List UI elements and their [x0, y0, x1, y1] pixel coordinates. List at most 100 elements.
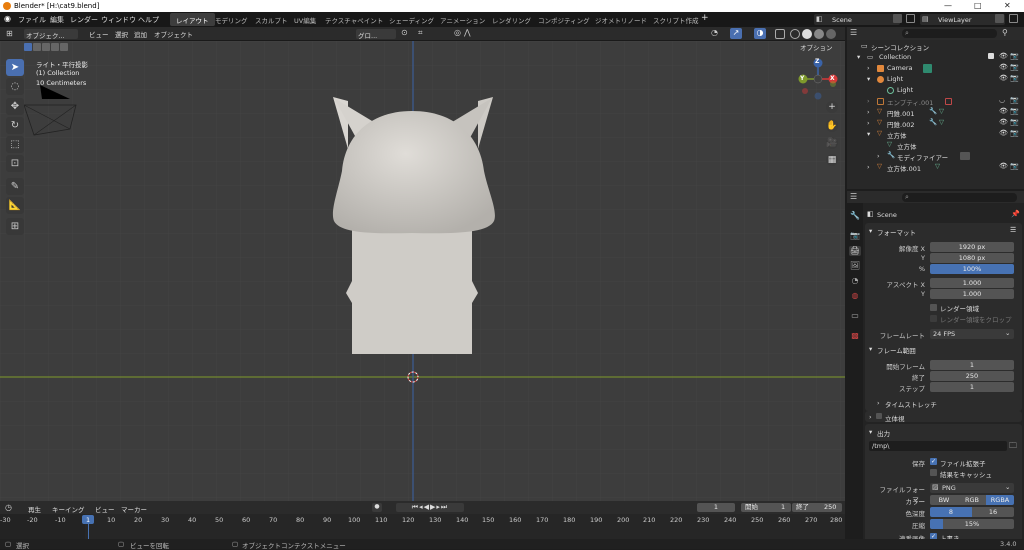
tab-scripting[interactable]: スクリプト作成 — [647, 13, 705, 26]
expand-arrow-icon[interactable]: › — [867, 97, 870, 105]
aspect-y-field[interactable]: 1.000 — [930, 289, 1014, 299]
move-tool-icon[interactable]: ✥ — [6, 98, 24, 115]
proportional-falloff-icon[interactable]: ⋀ — [464, 28, 471, 37]
expand-arrow-icon[interactable]: › — [867, 119, 870, 127]
camera-render-icon[interactable]: 📷 — [1010, 52, 1019, 60]
outliner-row-camera[interactable]: › Camera — [847, 63, 1024, 74]
remove-viewlayer-icon[interactable] — [1009, 14, 1018, 23]
current-frame-field[interactable]: 1 — [697, 503, 735, 512]
blender-menu-icon[interactable]: ◉ — [4, 14, 11, 23]
tool-tab-icon[interactable]: 🔧 — [849, 211, 861, 221]
tab-shading[interactable]: シェーディング — [383, 13, 440, 26]
resolution-y-field[interactable]: 1080 px — [930, 253, 1014, 263]
time-stretch-header[interactable]: タイムストレッチ — [885, 399, 937, 409]
menu-help[interactable]: ヘルプ — [138, 15, 159, 25]
tab-modeling[interactable]: モデリング — [209, 13, 254, 26]
crop-checkbox[interactable] — [930, 315, 937, 322]
menu-render[interactable]: レンダー — [70, 15, 98, 25]
camera-render-icon[interactable]: 📷 — [1010, 107, 1019, 115]
frame-end-field[interactable]: 250 — [930, 371, 1014, 381]
outliner-type-icon[interactable]: ☰ — [850, 28, 857, 37]
outliner-search-input[interactable]: ⌕ — [902, 29, 997, 38]
timeline-menu-marker[interactable]: マーカー — [121, 504, 147, 514]
properties-search-input[interactable]: ⌕ — [902, 193, 1017, 202]
compression-slider[interactable]: 15% — [930, 519, 1014, 529]
gizmo-toggle-icon[interactable]: ↗ — [730, 28, 742, 39]
eye-icon[interactable]: 👁 — [999, 74, 1008, 82]
properties-type-icon[interactable]: ☰ — [850, 192, 857, 201]
folder-icon[interactable]: 🗀 — [1009, 440, 1017, 454]
camera-render-icon[interactable]: 📷 — [1010, 162, 1019, 170]
outliner-row-modifiers[interactable]: › 🔧 モディファイアー — [847, 151, 1024, 162]
menu-file[interactable]: ファイル — [18, 15, 46, 25]
tab-animation[interactable]: アニメーション — [434, 13, 491, 26]
tab-uv[interactable]: UV編集 — [288, 13, 322, 26]
select-mode-subtract-icon[interactable] — [42, 43, 50, 51]
cat-model[interactable] — [332, 97, 495, 354]
rotate-tool-icon[interactable]: ↻ — [6, 117, 24, 134]
tab-geometry-nodes[interactable]: ジオメトリノード — [589, 13, 653, 26]
select-mode-intersect-icon[interactable] — [60, 43, 68, 51]
timeline-menu-keying[interactable]: キーイング — [52, 504, 85, 514]
color-rgb-button[interactable]: RGB — [958, 495, 986, 505]
wireframe-shading-icon[interactable] — [790, 29, 800, 39]
camera-render-icon[interactable]: 📷 — [1010, 74, 1019, 82]
menu-edit[interactable]: 編集 — [50, 15, 64, 25]
collection-tab-icon[interactable]: ▭ — [849, 311, 861, 321]
output-path-input[interactable]: /tmp\ — [869, 441, 1007, 451]
depth-16-button[interactable]: 16 — [972, 507, 1014, 517]
cat-body[interactable] — [352, 226, 472, 354]
resolution-x-field[interactable]: 1920 px — [930, 242, 1014, 252]
vp-menu-select[interactable]: 選択 — [115, 29, 128, 39]
transform-orientation-selector[interactable]: グロ... — [356, 29, 396, 40]
perspective-grid-icon[interactable]: ▦ — [826, 154, 838, 166]
timeline-type-icon[interactable]: ◷ — [5, 503, 12, 512]
outliner-row-cone-002[interactable]: › ▽ 円錐.002 🔧 ▽ — [847, 118, 1024, 129]
playback-controls[interactable]: ⏮◂◀▶▸⏭ — [396, 503, 464, 512]
visibility-icon[interactable]: ◔ — [711, 28, 718, 37]
scene-selector[interactable]: ◧ Scene — [814, 14, 900, 25]
rendered-shading-icon[interactable] — [826, 29, 836, 39]
stereoscopy-section[interactable]: › 立体視 — [865, 411, 1022, 423]
file-format-dropdown[interactable]: ▨ PNG ⌄ — [930, 483, 1014, 493]
outliner-row-cube[interactable]: ▾ ▽ 立方体 — [847, 129, 1024, 140]
scene-tab-icon[interactable]: ◔ — [849, 276, 861, 286]
aspect-x-field[interactable]: 1.000 — [930, 278, 1014, 288]
tab-rendering[interactable]: レンダリング — [486, 13, 537, 26]
outliner-row-cube-001[interactable]: › ▽ 立方体.001 ▽ — [847, 162, 1024, 173]
outliner-row-empty[interactable]: › エンプティ.001 — [847, 96, 1024, 107]
annotate-tool-icon[interactable]: ✎ — [6, 178, 24, 195]
color-bw-button[interactable]: BW — [930, 495, 958, 505]
jump-start-icon[interactable]: ⏮ — [412, 503, 419, 511]
eye-icon[interactable]: 👁 — [999, 107, 1008, 115]
start-frame-field[interactable]: 開始 1 — [741, 503, 791, 512]
xray-icon[interactable] — [775, 29, 785, 39]
camera-view-icon[interactable]: 🎥 — [826, 137, 838, 149]
texture-tab-icon[interactable]: ▩ — [849, 331, 861, 341]
options-button[interactable]: オプション — [800, 42, 833, 52]
3d-viewport[interactable]: Z Y X ライト・平行投影 (1) Collection 10 Centime… — [0, 41, 845, 501]
frame-step-field[interactable]: 1 — [930, 382, 1014, 392]
vp-menu-object[interactable]: オブジェクト — [154, 29, 193, 39]
timeline-menu-playback[interactable]: 再生 — [28, 504, 41, 514]
eye-closed-icon[interactable]: ◡ — [999, 96, 1005, 104]
editor-type-icon[interactable]: ⊞ — [6, 29, 13, 38]
render-tab-icon[interactable]: 📷 — [849, 231, 861, 241]
maximize-button[interactable]: □ — [974, 1, 982, 10]
tab-sculpt[interactable]: スカルプト — [249, 13, 294, 26]
select-mode-invert-icon[interactable] — [51, 43, 59, 51]
close-button[interactable]: ✕ — [1004, 1, 1011, 10]
vp-menu-add[interactable]: 追加 — [134, 29, 147, 39]
select-box-tool-icon[interactable]: ➤ — [6, 59, 24, 76]
timeline-ruler[interactable] — [0, 514, 845, 525]
format-header[interactable]: フォーマット — [877, 227, 916, 237]
record-icon[interactable]: ● — [372, 503, 382, 512]
material-shading-icon[interactable] — [814, 29, 824, 39]
frame-start-field[interactable]: 1 — [930, 360, 1014, 370]
jump-end-icon[interactable]: ⏭ — [441, 503, 448, 511]
zoom-icon[interactable]: + — [826, 101, 838, 113]
expand-arrow-icon[interactable]: ▾ — [867, 130, 870, 138]
tab-compositing[interactable]: コンポジティング — [532, 13, 596, 26]
new-viewlayer-icon[interactable] — [995, 14, 1004, 23]
resolution-pct-field[interactable]: 100% — [930, 264, 1014, 274]
